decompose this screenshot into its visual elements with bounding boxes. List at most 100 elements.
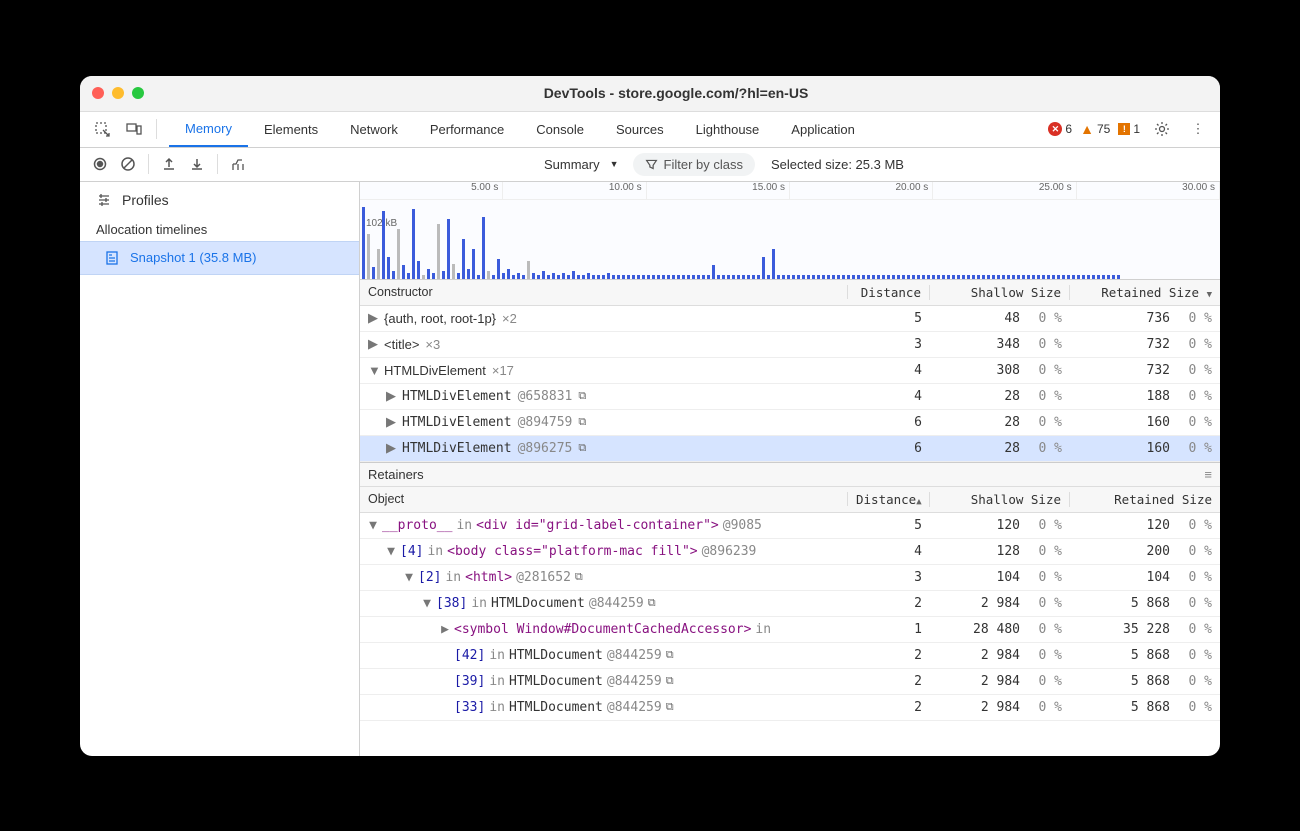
tab-network[interactable]: Network: [334, 111, 414, 147]
tab-console[interactable]: Console: [520, 111, 600, 147]
reveal-icon[interactable]: ⧉: [578, 390, 586, 403]
retainer-row[interactable]: ▼[38] in HTMLDocument @844259 ⧉22 9840 %…: [360, 591, 1220, 617]
constructor-row[interactable]: ▶HTMLDivElement @894759 ⧉6280 %1600 %: [360, 410, 1220, 436]
retainer-row[interactable]: [39] in HTMLDocument @844259 ⧉22 9840 %5…: [360, 669, 1220, 695]
tree-toggle-icon[interactable]: ▶: [386, 388, 396, 404]
timeline-bar: [752, 275, 755, 279]
constructor-row[interactable]: ▶<title> ×333480 %7320 %: [360, 332, 1220, 358]
constructor-row[interactable]: ▶HTMLDivElement @896275 ⧉6280 %1600 %: [360, 436, 1220, 462]
timeline-bar: [1102, 275, 1105, 279]
tree-toggle-icon[interactable]: ▶: [386, 414, 396, 430]
timeline-bar: [637, 275, 640, 279]
timeline-bar: [387, 257, 390, 279]
reveal-icon[interactable]: ⧉: [648, 596, 656, 610]
tab-application[interactable]: Application: [775, 111, 871, 147]
allocation-timeline[interactable]: 5.00 s10.00 s15.00 s20.00 s25.00 s30.00 …: [360, 182, 1220, 280]
warning-count[interactable]: ▲75: [1080, 121, 1110, 137]
col-shallow[interactable]: Shallow Size: [930, 492, 1070, 507]
reveal-icon[interactable]: ⧉: [575, 570, 583, 584]
timeline-bar: [492, 275, 495, 279]
timeline-bar: [537, 275, 540, 279]
tree-toggle-icon[interactable]: ▶: [386, 440, 396, 456]
timeline-bar: [932, 275, 935, 279]
retainer-row[interactable]: [33] in HTMLDocument @844259 ⧉22 9840 %5…: [360, 695, 1220, 721]
reveal-icon[interactable]: ⧉: [666, 700, 674, 714]
timeline-bar: [447, 219, 450, 279]
retainer-row[interactable]: ▶<symbol Window#DocumentCachedAccessor> …: [360, 617, 1220, 643]
timeline-bar: [597, 275, 600, 279]
tab-performance[interactable]: Performance: [414, 111, 520, 147]
timeline-bar: [827, 275, 830, 279]
timeline-bar: [507, 269, 510, 279]
gc-icon[interactable]: [226, 152, 250, 176]
tab-lighthouse[interactable]: Lighthouse: [680, 111, 776, 147]
error-count[interactable]: ✕6: [1048, 122, 1072, 136]
reveal-icon[interactable]: ⧉: [666, 674, 674, 688]
timeline-bar: [572, 271, 575, 279]
timeline-bar: [817, 275, 820, 279]
timeline-bar: [802, 275, 805, 279]
col-retained[interactable]: Retained Size ▼: [1070, 285, 1220, 300]
info-count[interactable]: !1: [1118, 122, 1140, 136]
minimize-icon[interactable]: [112, 87, 124, 99]
constructor-row[interactable]: ▼HTMLDivElement ×1743080 %7320 %: [360, 358, 1220, 384]
tree-toggle-icon[interactable]: ▼: [386, 544, 396, 559]
timeline-bar: [577, 275, 580, 279]
col-retained[interactable]: Retained Size: [1070, 492, 1220, 507]
upload-icon[interactable]: [157, 152, 181, 176]
retainer-row[interactable]: ▼__proto__ in <div id="grid-label-contai…: [360, 513, 1220, 539]
tree-toggle-icon[interactable]: ▼: [404, 570, 414, 585]
tab-sources[interactable]: Sources: [600, 111, 680, 147]
timeline-bar: [727, 275, 730, 279]
retainer-row[interactable]: [42] in HTMLDocument @844259 ⧉22 9840 %5…: [360, 643, 1220, 669]
timeline-bar: [972, 275, 975, 279]
timeline-bar: [552, 273, 555, 279]
timeline-bar: [367, 234, 370, 279]
timeline-bar: [917, 275, 920, 279]
col-shallow[interactable]: Shallow Size: [930, 285, 1070, 300]
constructor-row[interactable]: ▶HTMLDivElement @658831 ⧉4280 %1880 %: [360, 384, 1220, 410]
tree-toggle-icon[interactable]: ▼: [368, 518, 378, 533]
record-icon[interactable]: [88, 152, 112, 176]
tree-toggle-icon[interactable]: ▼: [422, 596, 432, 611]
col-distance[interactable]: Distance▲: [848, 492, 930, 507]
timeline-bar: [672, 275, 675, 279]
col-distance[interactable]: Distance: [848, 285, 930, 300]
view-dropdown[interactable]: Summary▼: [534, 153, 629, 176]
tab-elements[interactable]: Elements: [248, 111, 334, 147]
device-toggle-icon[interactable]: [120, 115, 148, 143]
download-icon[interactable]: [185, 152, 209, 176]
col-object[interactable]: Object: [360, 492, 848, 506]
reveal-icon[interactable]: ⧉: [666, 648, 674, 662]
section-label: Allocation timelines: [80, 218, 359, 241]
tab-memory[interactable]: Memory: [169, 111, 248, 147]
timeline-bar: [957, 275, 960, 279]
reveal-icon[interactable]: ⧉: [578, 442, 586, 455]
divider: [217, 154, 218, 174]
tree-toggle-icon[interactable]: ▶: [368, 310, 378, 326]
tree-toggle-icon[interactable]: ▼: [368, 363, 378, 378]
close-icon[interactable]: [92, 87, 104, 99]
inspect-icon[interactable]: [88, 115, 116, 143]
tree-toggle-icon[interactable]: ▶: [368, 336, 378, 352]
timeline-bar: [602, 275, 605, 279]
timeline-bar: [617, 275, 620, 279]
timeline-bar: [477, 275, 480, 279]
snapshot-item[interactable]: Snapshot 1 (35.8 MB): [80, 241, 359, 275]
retainers-menu-icon[interactable]: ≡: [1204, 467, 1212, 482]
col-constructor[interactable]: Constructor: [360, 285, 848, 299]
filter-input[interactable]: Filter by class: [633, 153, 755, 176]
tree-toggle-icon[interactable]: ▶: [440, 622, 450, 637]
gear-icon[interactable]: [1148, 115, 1176, 143]
timeline-bar: [832, 275, 835, 279]
timeline-bar: [472, 249, 475, 279]
clear-icon[interactable]: [116, 152, 140, 176]
reveal-icon[interactable]: ⧉: [578, 416, 586, 429]
timeline-tick: 5.00 s: [360, 182, 503, 199]
profiles-header: Profiles: [80, 182, 359, 218]
zoom-icon[interactable]: [132, 87, 144, 99]
more-icon[interactable]: ⋮: [1184, 115, 1212, 143]
constructor-row[interactable]: ▶{auth, root, root-1p} ×25480 %7360 %: [360, 306, 1220, 332]
retainer-row[interactable]: ▼[2] in <html> @281652 ⧉31040 %1040 %: [360, 565, 1220, 591]
retainer-row[interactable]: ▼[4] in <body class="platform-mac fill">…: [360, 539, 1220, 565]
